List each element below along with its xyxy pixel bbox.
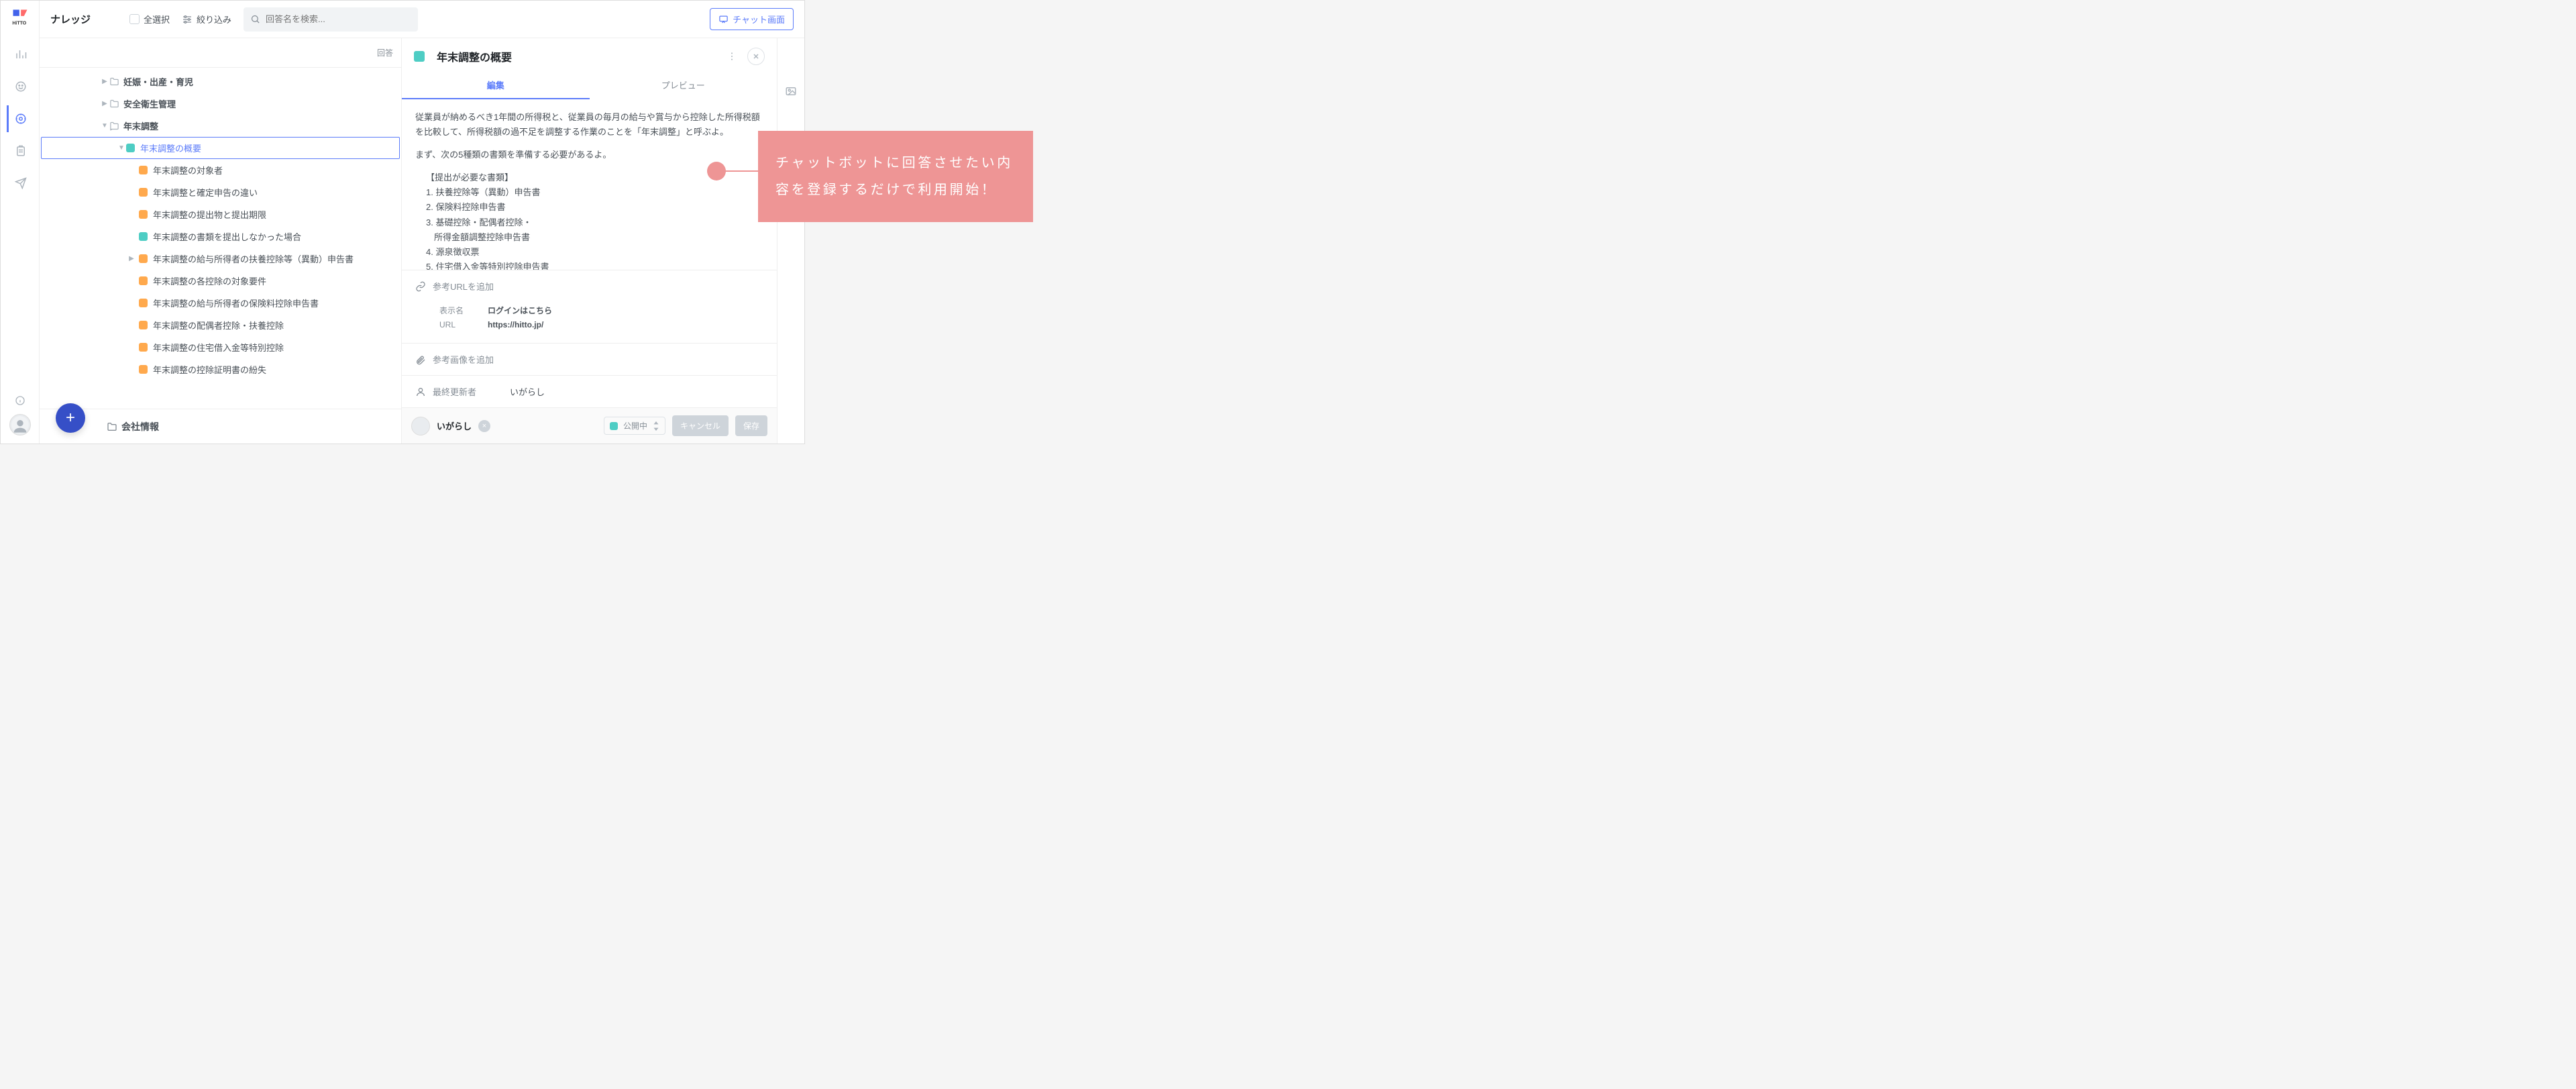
chevron-right-icon: ▶ [100,100,109,107]
body-paragraph: まず、次の5種類の書類を準備する必要があるよ。 [415,148,763,162]
tree-item[interactable]: 年末調整の住宅借入金等特別控除 [40,336,401,358]
remove-owner-icon[interactable]: × [478,420,490,432]
tab-preview[interactable]: プレビュー [590,72,777,99]
tree: ▶ 妊娠・出産・育児 ▶ 安全衛生管理 ▼ 年末調整 [40,68,401,380]
add-url-section[interactable]: 参考URLを追加 [402,270,777,302]
chevron-down-icon: ▼ [117,144,126,152]
updater-section: 最終更新者 いがらし [402,375,777,407]
status-square-icon [139,276,148,285]
save-button[interactable]: 保存 [735,415,767,436]
status-square-icon [610,422,618,430]
chat-icon [718,14,729,24]
chevron-right-icon: ▶ [100,78,109,85]
status-square-icon [139,299,148,307]
link-icon [415,281,426,292]
marketing-callout: チャットボットに回答させたい内容を登録するだけで利用開始！ [758,131,1033,222]
filter-icon [182,14,193,25]
tree-item[interactable]: 年末調整の対象者 [40,159,401,181]
owner-avatar [411,417,430,435]
close-button[interactable] [747,48,765,65]
nav-send-icon[interactable] [7,170,34,197]
owner-name: いがらし [437,419,472,432]
required-docs-list: 【提出が必要な書類】 1. 扶養控除等（異動）申告書 2. 保険料控除申告書 3… [426,170,763,270]
status-square-icon [139,343,148,352]
detail-pane: 年末調整の概要 編集 プレビュー 従業員が納めるべき1年間の所得税と、従業員の毎… [402,38,777,444]
status-selector[interactable]: 公開中 [604,417,665,435]
brand-logo: HiTTO [9,6,31,28]
search-icon [250,14,260,24]
checkbox-icon [129,14,140,24]
folder-row[interactable]: ▼ 年末調整 [40,115,401,137]
nav-analytics-icon[interactable] [7,41,34,68]
tree-item[interactable]: 年末調整の書類を提出しなかった場合 [40,225,401,248]
tree-item[interactable]: ▶年末調整の給与所得者の扶養控除等（異動）申告書 [40,248,401,270]
content: 回答 ▶ 妊娠・出産・育児 ▶ 安全衛生管理 ▼ [40,38,804,444]
tree-item-selected[interactable]: ▼ 年末調整の概要 [41,137,400,159]
tree-item[interactable]: 年末調整の各控除の対象要件 [40,270,401,292]
svg-text:HiTTO: HiTTO [12,21,26,26]
tab-edit[interactable]: 編集 [402,72,590,99]
filter-button[interactable]: 絞り込み [182,13,231,25]
detail-title: 年末調整の概要 [437,48,716,64]
tree-item[interactable]: 年末調整の提出物と提出期限 [40,203,401,225]
tree-pane: 回答 ▶ 妊娠・出産・育児 ▶ 安全衛生管理 ▼ [40,38,402,444]
cancel-button[interactable]: キャンセル [672,415,729,436]
folder-icon [109,76,119,87]
tree-column-header: 回答 [40,38,401,68]
detail-header: 年末調整の概要 [402,38,777,65]
user-icon [415,386,426,397]
url-fields: 表示名ログインはこちら URLhttps://hitto.jp/ [402,302,777,343]
left-nav: HiTTO [1,1,40,444]
image-icon[interactable] [785,85,797,97]
select-all-checkbox[interactable]: 全選択 [129,13,170,25]
add-fab-button[interactable]: + [56,403,85,433]
status-square-icon [139,188,148,197]
tree-item[interactable]: 年末調整と確定申告の違い [40,181,401,203]
app-window: HiTTO ナレッジ 全選択 [0,0,805,444]
status-square-icon [139,210,148,219]
user-avatar[interactable] [9,414,31,435]
status-square-icon [414,51,425,62]
chevron-down-icon: ▼ [100,122,109,129]
more-icon[interactable] [723,48,741,65]
nav-smile-icon[interactable] [7,73,34,100]
plus-icon: + [66,409,75,427]
folder-icon [107,421,117,432]
tree-item[interactable]: 年末調整の控除証明書の紛失 [40,358,401,380]
nav-clipboard-icon[interactable] [7,138,34,164]
tree-item[interactable]: 年末調整の配偶者控除・扶養控除 [40,314,401,336]
folder-icon [109,99,119,109]
stepper-icon [653,421,659,431]
nav-knowledge-icon[interactable] [7,105,34,132]
bottom-folder[interactable]: 会社情報 [40,409,401,444]
search-input[interactable] [266,14,411,24]
status-square-icon [139,321,148,329]
status-square-icon [139,254,148,263]
body-paragraph: 従業員が納めるべき1年間の所得税と、従業員の毎月の給与や賞与から控除した所得税額… [415,110,763,140]
search-box[interactable] [244,7,418,32]
attachment-icon [415,354,426,365]
right-rail [777,38,804,444]
folder-row[interactable]: ▶ 妊娠・出産・育児 [40,70,401,93]
detail-footer: いがらし × 公開中 キャンセル 保存 [402,407,777,444]
chevron-right-icon: ▶ [127,255,136,262]
status-square-icon [126,144,135,152]
status-square-icon [139,365,148,374]
status-square-icon [139,166,148,174]
tree-item[interactable]: 年末調整の給与所得者の保険料控除申告書 [40,292,401,314]
page-title: ナレッジ [50,12,91,26]
folder-icon [109,121,119,131]
detail-tabs: 編集 プレビュー [402,72,777,99]
info-icon[interactable] [15,395,25,406]
add-image-section[interactable]: 参考画像を追加 [402,343,777,375]
topbar: ナレッジ 全選択 絞り込み チャット画面 [40,1,804,38]
detail-body[interactable]: 従業員が納めるべき1年間の所得税と、従業員の毎月の給与や賞与から控除した所得税額… [402,99,777,270]
callout-line [720,170,758,172]
folder-row[interactable]: ▶ 安全衛生管理 [40,93,401,115]
status-square-icon [139,232,148,241]
chat-screen-button[interactable]: チャット画面 [710,8,794,30]
main: ナレッジ 全選択 絞り込み チャット画面 回答 [40,1,804,444]
